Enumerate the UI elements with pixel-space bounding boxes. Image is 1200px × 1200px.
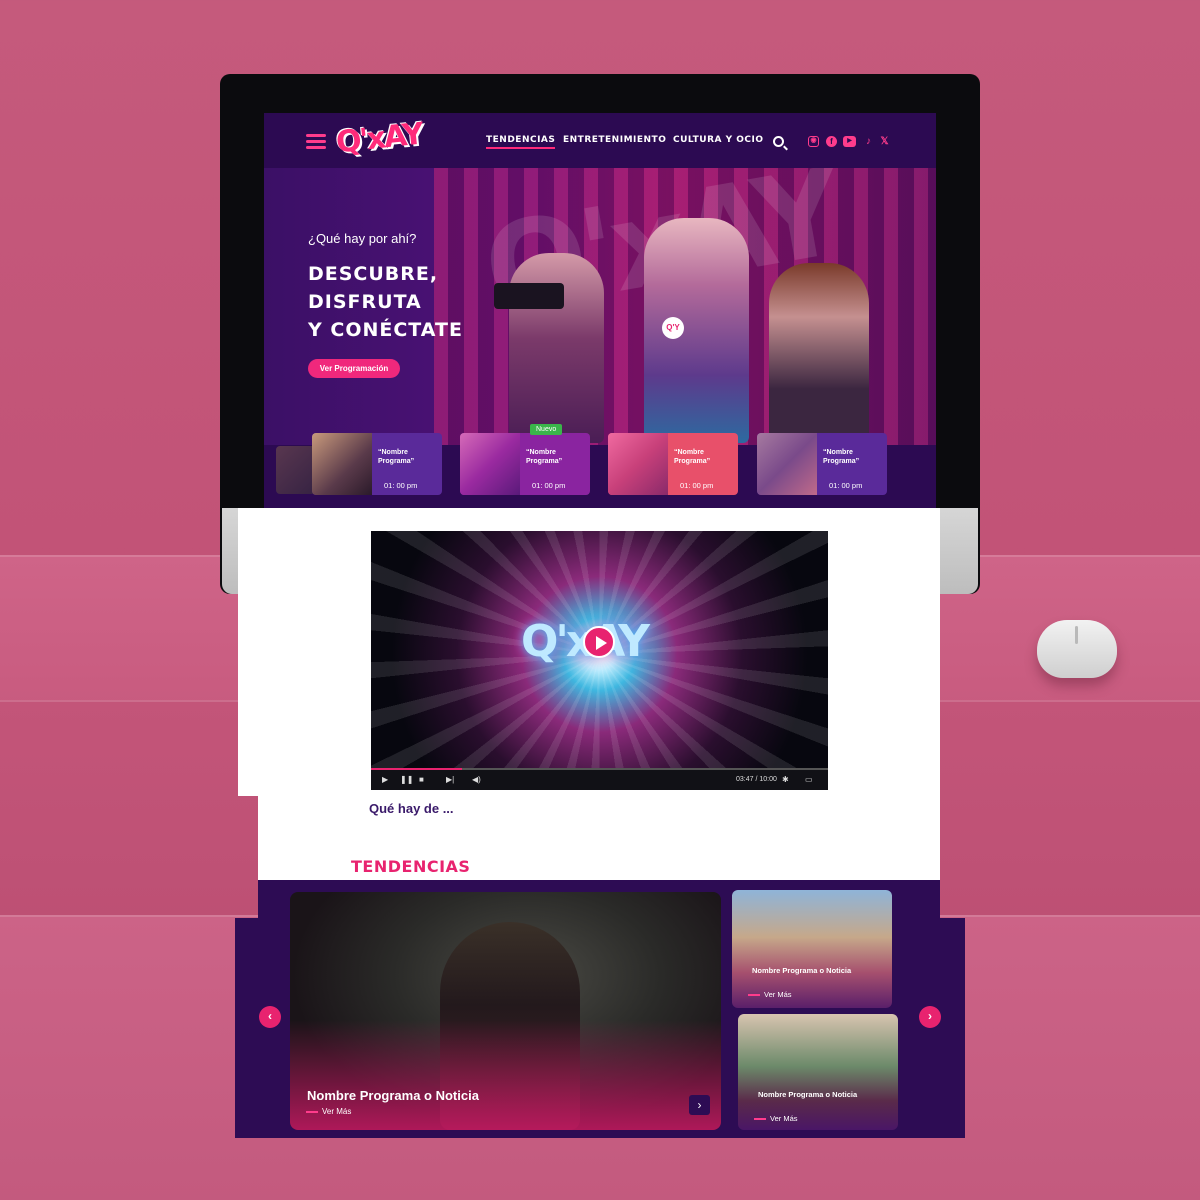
x-icon[interactable]: 𝕏: [879, 136, 890, 147]
hero-eyebrow: ¿Qué hay por ahí?: [308, 231, 417, 246]
tendencias-heading: TENDENCIAS: [351, 857, 471, 876]
video-controls: ▶ ❚❚ ■ ▶| ◀) 03:47 / 10:00 ✱ ▭: [371, 770, 828, 790]
nav-link-tendencias[interactable]: TENDENCIAS: [486, 135, 556, 149]
que-hay-heading: Qué hay de ...: [369, 801, 454, 816]
volume-icon[interactable]: ◀): [472, 774, 481, 786]
program-thumbnail: [460, 433, 520, 495]
hero-person-presenter: [644, 218, 749, 443]
hero-person-phone: [769, 263, 869, 443]
program-card[interactable]: Nuevo “Nombre Programa” 01: 00 pm: [460, 424, 590, 495]
program-title: “Nombre Programa”: [526, 449, 563, 465]
fullscreen-icon[interactable]: ▭: [805, 774, 813, 786]
program-time: 01: 00 pm: [384, 481, 418, 490]
search-icon[interactable]: [773, 136, 784, 147]
program-time: 01: 00 pm: [829, 481, 863, 490]
pause-icon[interactable]: ❚❚: [400, 774, 413, 786]
settings-icon[interactable]: ✱: [782, 774, 789, 786]
youtube-icon[interactable]: ▶: [843, 136, 856, 147]
ver-mas-link[interactable]: Ver Más: [754, 1114, 798, 1123]
program-card[interactable]: “Nombre Programa” 01: 00 pm: [757, 433, 887, 495]
navbar: Q'xAY TENDENCIAS ENTRETENIMIENTO CULTURA…: [264, 113, 936, 168]
side-trend-title: Nombre Programa o Noticia: [752, 966, 852, 975]
tiktok-icon[interactable]: ♪: [863, 136, 874, 147]
program-thumbnail: [312, 433, 372, 495]
website-screen: Q'xAY Q'xAY TENDENCIAS ENTRETENIMIENTO C…: [264, 113, 936, 508]
microphone-logo: Q'Y: [662, 317, 684, 339]
next-icon[interactable]: ▶|: [446, 774, 454, 786]
menu-icon[interactable]: [306, 134, 326, 150]
hero-person-camera-operator: [509, 253, 604, 443]
program-card-partial[interactable]: [276, 446, 316, 494]
play-button-icon[interactable]: ▶: [382, 774, 388, 786]
program-title: “Nombre Programa”: [378, 449, 415, 465]
ver-programacion-button[interactable]: Ver Programación: [308, 359, 400, 378]
mouse-device: [1037, 620, 1117, 678]
new-badge: Nuevo: [530, 424, 563, 435]
camera-image: [494, 283, 564, 309]
site-logo[interactable]: Q'xAY: [334, 117, 423, 161]
video-time: 03:47 / 10:00: [736, 776, 777, 783]
nav-link-cultura-y-ocio[interactable]: CULTURA Y OCIO: [673, 135, 764, 145]
side-trend-title: Nombre Programa o Noticia: [758, 1090, 858, 1099]
program-time: 01: 00 pm: [532, 481, 566, 490]
carousel-next-icon[interactable]: ›: [919, 1006, 941, 1028]
play-icon[interactable]: [583, 626, 615, 658]
hero-title: DESCUBRE, DISFRUTA Y CONÉCTATE: [308, 263, 463, 341]
program-thumbnail: [757, 433, 817, 495]
program-thumbnail: [608, 433, 668, 495]
program-card[interactable]: “Nombre Programa” 01: 00 pm: [312, 433, 442, 495]
side-trend-card[interactable]: Nombre Programa o Noticia Ver Más: [732, 890, 892, 1008]
video-player[interactable]: Q'xAY ▶ ❚❚ ■ ▶| ◀) 03:47 / 10:00 ✱ ▭: [371, 531, 828, 790]
nav-link-entretenimiento[interactable]: ENTRETENIMIENTO: [563, 135, 666, 145]
program-title: “Nombre Programa”: [674, 449, 711, 465]
chevron-right-icon[interactable]: ›: [689, 1095, 710, 1115]
featured-trend-card[interactable]: Nombre Programa o Noticia Ver Más ›: [290, 892, 721, 1130]
ver-mas-link[interactable]: Ver Más: [305, 1107, 351, 1116]
facebook-icon[interactable]: f: [826, 136, 837, 147]
side-trend-card[interactable]: Nombre Programa o Noticia Ver Más: [738, 1014, 898, 1130]
carousel-prev-icon[interactable]: ‹: [259, 1006, 281, 1028]
stop-icon[interactable]: ■: [419, 774, 424, 786]
ver-mas-link[interactable]: Ver Más: [748, 990, 792, 999]
instagram-icon[interactable]: ◉: [808, 136, 819, 147]
program-time: 01: 00 pm: [680, 481, 714, 490]
program-card[interactable]: “Nombre Programa” 01: 00 pm: [608, 433, 738, 495]
program-title: “Nombre Programa”: [823, 449, 860, 465]
featured-trend-title: Nombre Programa o Noticia: [307, 1088, 479, 1103]
